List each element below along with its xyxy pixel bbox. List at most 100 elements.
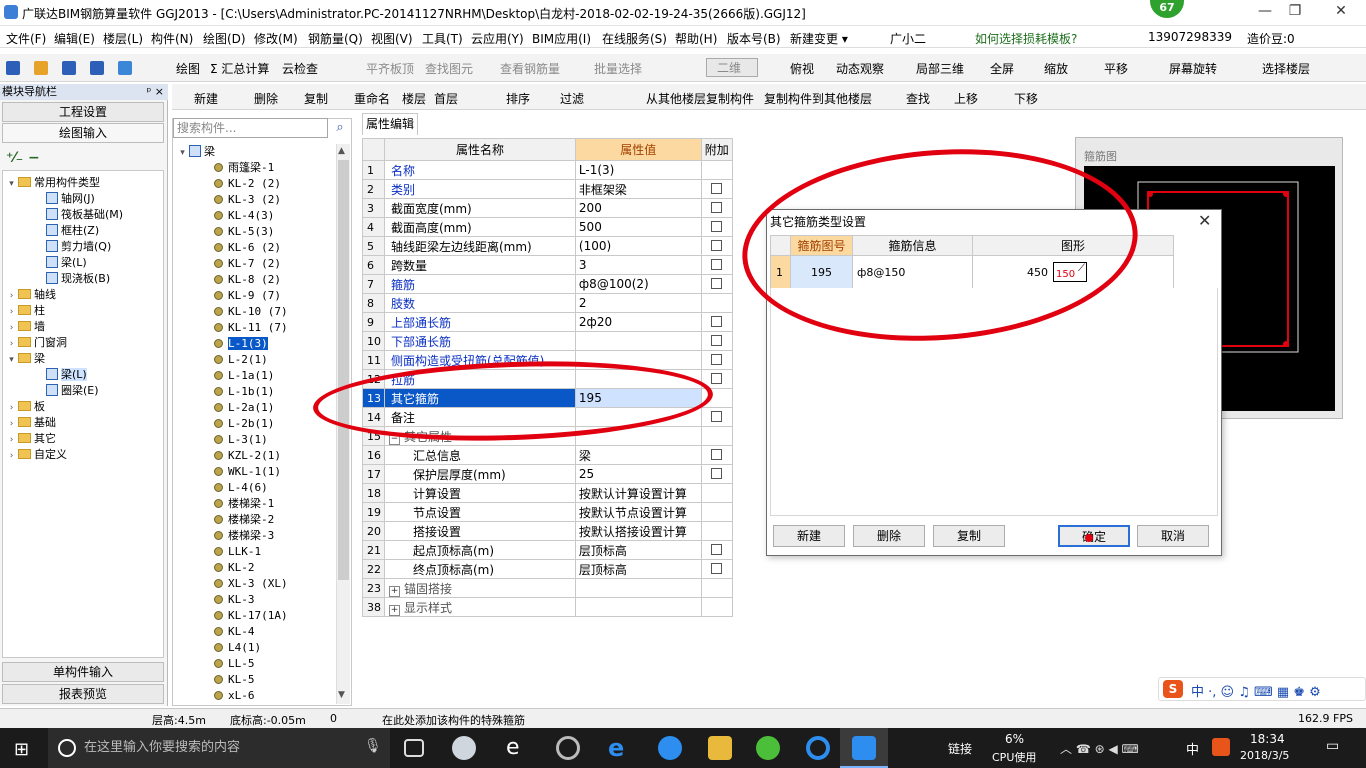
list-item[interactable]: KL-10 (7) [214, 304, 288, 320]
dialog-copy-button[interactable]: 复制 [933, 525, 1005, 547]
property-row[interactable]: 17 保护层厚度(mm) 25 [362, 464, 733, 484]
scroll-down-icon[interactable]: ▼ [338, 690, 345, 700]
menu-item[interactable]: 绘图(D) [203, 30, 246, 47]
extra-checkbox[interactable] [711, 183, 723, 194]
tab-property-edit[interactable]: 属性编辑 [362, 113, 418, 135]
toolbar-button[interactable]: 屏幕旋转 [1169, 60, 1217, 77]
property-value[interactable]: 按默认搭接设置计算 [574, 521, 702, 541]
list-item[interactable]: 楼梯梁-2 [214, 512, 274, 528]
toolbar-button[interactable]: 查看钢筋量 [500, 60, 560, 77]
list-item[interactable]: 楼梯梁-3 [214, 528, 274, 544]
extra-checkbox[interactable] [711, 563, 723, 574]
toolbar-icon[interactable] [90, 61, 104, 75]
extra-cell[interactable] [700, 559, 733, 579]
expand-all-icon[interactable]: ⁺⁄₋ − [6, 150, 40, 166]
list-root[interactable]: ▾ 梁 [178, 144, 215, 160]
list-item[interactable]: KL-6 (2) [214, 240, 281, 256]
property-row[interactable]: 8 肢数 2 [362, 293, 733, 313]
tree-item[interactable]: › 门窗洞 [7, 335, 67, 351]
list-item[interactable]: KL-9 (7) [214, 288, 281, 304]
menu-item[interactable]: 云应用(Y) [471, 30, 524, 47]
property-row[interactable]: 18 计算设置 按默认计算设置计算 [362, 483, 733, 503]
list-item[interactable]: L-4(6) [214, 480, 268, 496]
spiral-app-icon[interactable] [556, 736, 580, 760]
tree-item[interactable]: › 其它 [7, 431, 56, 447]
drawing-input-button[interactable]: 绘图输入 [2, 123, 164, 143]
extra-checkbox[interactable] [711, 259, 723, 270]
property-value[interactable]: L-1(3) [574, 160, 702, 180]
menu-item[interactable]: 楼层(L) [103, 30, 143, 47]
list-item[interactable]: 雨篷梁-1 [214, 160, 274, 176]
list-item[interactable]: L-1(3) [214, 336, 268, 352]
extra-checkbox[interactable] [711, 411, 723, 422]
list-item[interactable]: LL-5 [214, 656, 255, 672]
toolbar-icon[interactable] [34, 61, 48, 75]
property-value[interactable]: 3 [574, 255, 702, 275]
list-item[interactable]: L4(1) [214, 640, 261, 656]
extra-cell[interactable] [700, 179, 733, 199]
toolbar-button[interactable]: 全屏 [990, 60, 1014, 77]
property-row[interactable]: 21 起点顶标高(m) 层顶标高 [362, 540, 733, 560]
menu-item[interactable]: 13907298339 [1148, 30, 1232, 44]
property-row[interactable]: 5 轴线距梁左边线距离(mm) (100) [362, 236, 733, 256]
dialog-delete-button[interactable]: 删除 [853, 525, 925, 547]
menu-item[interactable]: 构件(N) [151, 30, 193, 47]
expand-icon[interactable]: › [7, 304, 16, 320]
list-item[interactable]: KL-17(1A) [214, 608, 288, 624]
menu-item[interactable]: 钢筋量(Q) [308, 30, 363, 47]
ie-old-icon[interactable]: e [506, 736, 530, 760]
tree-item[interactable]: › 板 [7, 399, 45, 415]
property-row[interactable]: 2 类别 非框架梁 [362, 179, 733, 199]
tree-item[interactable]: 框柱(Z) [35, 223, 99, 239]
taskbar-link-label[interactable]: 链接 [948, 740, 972, 757]
list-item[interactable]: KZL-2(1) [214, 448, 281, 464]
list-item[interactable]: L-2b(1) [214, 416, 274, 432]
property-value[interactable]: 25 [574, 464, 702, 484]
property-row[interactable]: 20 搭接设置 按默认搭接设置计算 [362, 521, 733, 541]
extra-cell[interactable] [700, 217, 733, 237]
extra-checkbox[interactable] [711, 316, 723, 327]
list-item[interactable]: KL-3 [214, 592, 255, 608]
menu-item[interactable]: 修改(M) [254, 30, 298, 47]
list-item[interactable]: L-3(1) [214, 432, 268, 448]
list-item[interactable]: L-1b(1) [214, 384, 274, 400]
list-item[interactable]: KL-5 [214, 672, 255, 688]
clock-time[interactable]: 18:34 [1250, 732, 1285, 746]
menu-item[interactable]: 视图(V) [371, 30, 413, 47]
toolbar-button[interactable]: 查找 [906, 90, 930, 107]
property-value[interactable]: 层顶标高 [574, 540, 702, 560]
list-item[interactable]: WKL-1(1) [214, 464, 281, 480]
menu-item[interactable]: 造价豆:0 [1247, 30, 1295, 47]
toolbar-button[interactable]: 删除 [254, 90, 278, 107]
expand-icon[interactable]: › [7, 400, 16, 416]
list-item[interactable]: L-2(1) [214, 352, 268, 368]
property-value[interactable]: 层顶标高 [574, 559, 702, 579]
extra-cell[interactable] [700, 198, 733, 218]
extra-checkbox[interactable] [711, 544, 723, 555]
explorer-icon[interactable] [708, 736, 732, 760]
extra-checkbox[interactable] [711, 335, 723, 346]
property-row[interactable]: 1 名称 L-1(3) [362, 160, 733, 180]
menu-item[interactable]: 如何选择损耗模板? [975, 30, 1077, 47]
tree-item[interactable]: 剪力墙(Q) [35, 239, 111, 255]
extra-cell[interactable] [700, 540, 733, 560]
extra-checkbox[interactable] [711, 221, 723, 232]
toolbar-button[interactable]: 重命名 [354, 90, 390, 107]
list-item[interactable]: KL-2 [214, 560, 255, 576]
ime-mode-icon[interactable]: 中 ·, ☺ ♫ ⌨ ▦ ♚ ⚙ [1191, 681, 1321, 700]
list-item[interactable]: KL-2 (2) [214, 176, 281, 192]
property-value[interactable] [574, 597, 702, 617]
extra-cell[interactable] [700, 274, 733, 294]
expand-icon[interactable]: › [7, 416, 16, 432]
ime-toolbar[interactable]: S 中 ·, ☺ ♫ ⌨ ▦ ♚ ⚙ [1158, 677, 1366, 701]
pin-icon[interactable]: ᵖ × [147, 84, 164, 100]
extra-cell[interactable] [700, 312, 733, 332]
tree-item[interactable]: 梁(L) [35, 255, 87, 271]
expand-icon[interactable]: ▾ [178, 145, 187, 161]
extra-cell[interactable] [700, 255, 733, 275]
list-item[interactable]: KL-5(3) [214, 224, 274, 240]
toolbar-button[interactable]: 过滤 [560, 90, 584, 107]
property-row[interactable]: 38 + 显示样式 [362, 597, 733, 617]
close-button[interactable]: ✕ [1326, 3, 1356, 21]
property-value[interactable]: 500 [574, 217, 702, 237]
